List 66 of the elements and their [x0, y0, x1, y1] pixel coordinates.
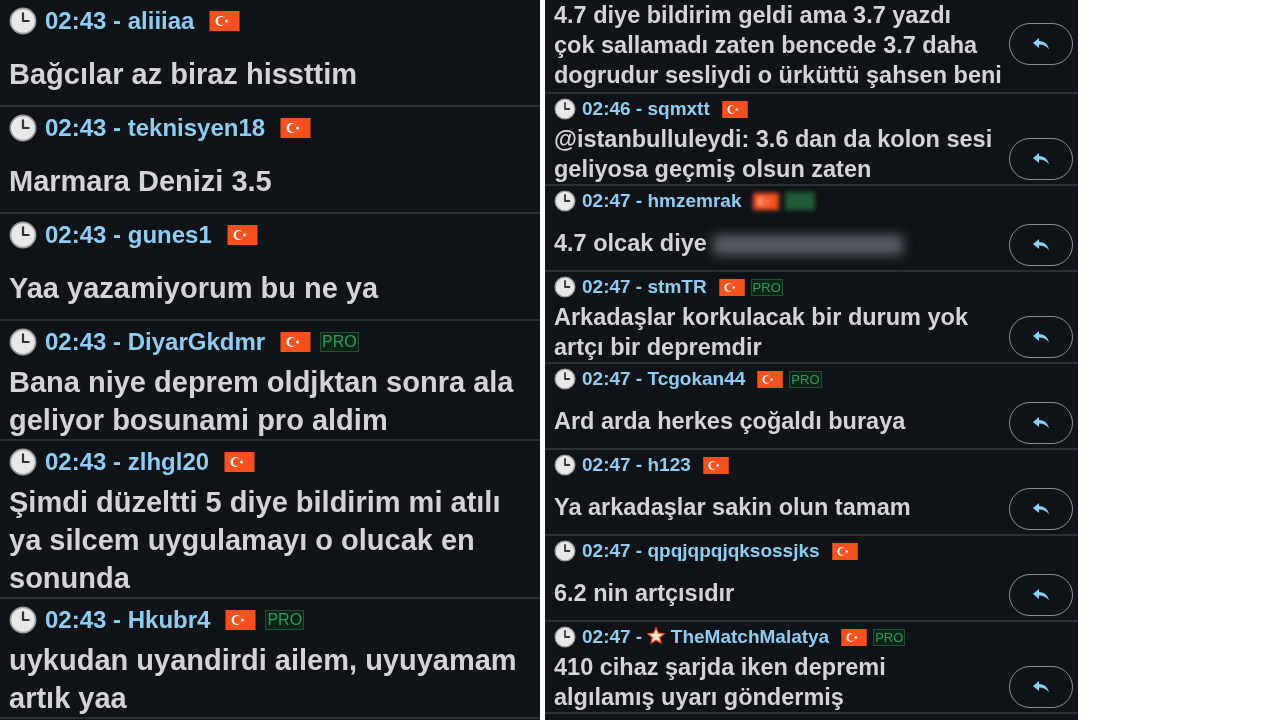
clock-icon [9, 328, 37, 356]
message-text: Bana niye deprem oldjktan sonra ala geliyor bosunami pro aldim [9, 365, 515, 438]
message-text: Bağcılar az biraz hissttim [9, 56, 359, 92]
clock-icon [554, 626, 576, 648]
clock-icon [554, 190, 576, 212]
message-header: 02:43 - teknisyen18 [45, 114, 266, 142]
flag-icon [225, 225, 259, 245]
reply-icon [1031, 501, 1051, 517]
clock-icon [9, 448, 37, 476]
clock-icon [9, 606, 37, 634]
clock-icon [554, 368, 576, 390]
message-header: 02:47 - h123 [582, 454, 691, 476]
clock-icon [9, 7, 37, 35]
message-header: 02:43 - aliiiaa [45, 7, 195, 35]
message-text: 4.7 olcak diye [554, 228, 1009, 258]
reply-icon [1031, 151, 1051, 167]
flag-icon [279, 332, 313, 352]
message-text: Marmara Denizi 3.5 [9, 163, 273, 199]
message-header: 02:47 - stmTR [582, 276, 707, 298]
message-header: 02:43 - DiyarGkdmr [45, 328, 266, 356]
message-text: uykudan uyandirdi ailem, uyuyamam artık yaa [9, 643, 518, 716]
flag-icon [831, 542, 858, 560]
flag-icon [721, 100, 748, 118]
flag-icon [208, 11, 242, 31]
clock-icon [9, 114, 37, 142]
flag-icon [702, 456, 729, 474]
clock-icon [554, 454, 576, 476]
pro-badge: PRO [789, 370, 822, 388]
message-header: 02:47 - Tcgokan44 [582, 368, 746, 390]
flag-icon [757, 370, 784, 388]
message-header: 02:47 - qpqjqpqjqksossjks [582, 540, 820, 562]
pro-badge: PRO [265, 610, 305, 630]
flag-icon [279, 118, 313, 138]
clock-icon [554, 98, 576, 120]
reply-icon [1031, 415, 1051, 431]
reply-icon [1031, 237, 1051, 253]
message-text: Şimdi düzeltti 5 diye bildirim mi atılı ya silcem uygulamayı o olucak en sonunda [9, 485, 502, 596]
reply-icon [1031, 329, 1051, 345]
pro-badge: PRO [320, 332, 359, 352]
message-text: Ya arkadaşlar sakin olun tamam [554, 493, 912, 522]
message-header: 02:43 - Hkubr4 [45, 606, 211, 634]
flag-icon [753, 192, 780, 210]
message-text: 410 cihaz şarjda iken depremi algılamış uyarı göndermiş [554, 653, 887, 712]
clock-icon [554, 276, 576, 298]
clock-icon [554, 540, 576, 562]
flag-icon [224, 610, 258, 630]
flag-icon [841, 628, 868, 646]
message-header: 02:47 - TheMatchMalatya [582, 626, 830, 648]
message-header: 02:43 - zlhgl20 [45, 448, 210, 476]
flag-icon [223, 452, 257, 472]
pro-badge: PRO [873, 628, 906, 646]
pro-badge: PRO [750, 278, 783, 296]
reply-icon [1031, 679, 1051, 695]
message-header: 02:47 - hmzemrak [582, 190, 742, 212]
message-text: Ard arda herkes çoğaldı buraya [554, 407, 907, 436]
reply-icon [1031, 587, 1051, 603]
reply-icon [1031, 36, 1051, 52]
clock-icon [9, 221, 37, 249]
message-text: Yaa yazamiyorum bu ne ya [9, 270, 380, 306]
flag-icon [718, 278, 745, 296]
message-header: 02:43 - gunes1 [45, 221, 212, 249]
message-text: 4.7 diye bildirim geldi ama 3.7 yazdı çok sallamadı zaten bencede 3.7 daha dogrudur sesliydi o ürküttü şahsen beni [554, 1, 1003, 90]
message-text: Arkadaşlar korkulacak bir durum yok artçı bir depremdir [554, 303, 970, 362]
message-header: 02:46 - sqmxtt [582, 98, 710, 120]
message-text: 6.2 nin artçısıdır [554, 579, 736, 608]
message-text: @istanbulluleydi: 3.6 dan da kolon sesi geliyosa geçmiş olsun zaten [554, 125, 994, 184]
